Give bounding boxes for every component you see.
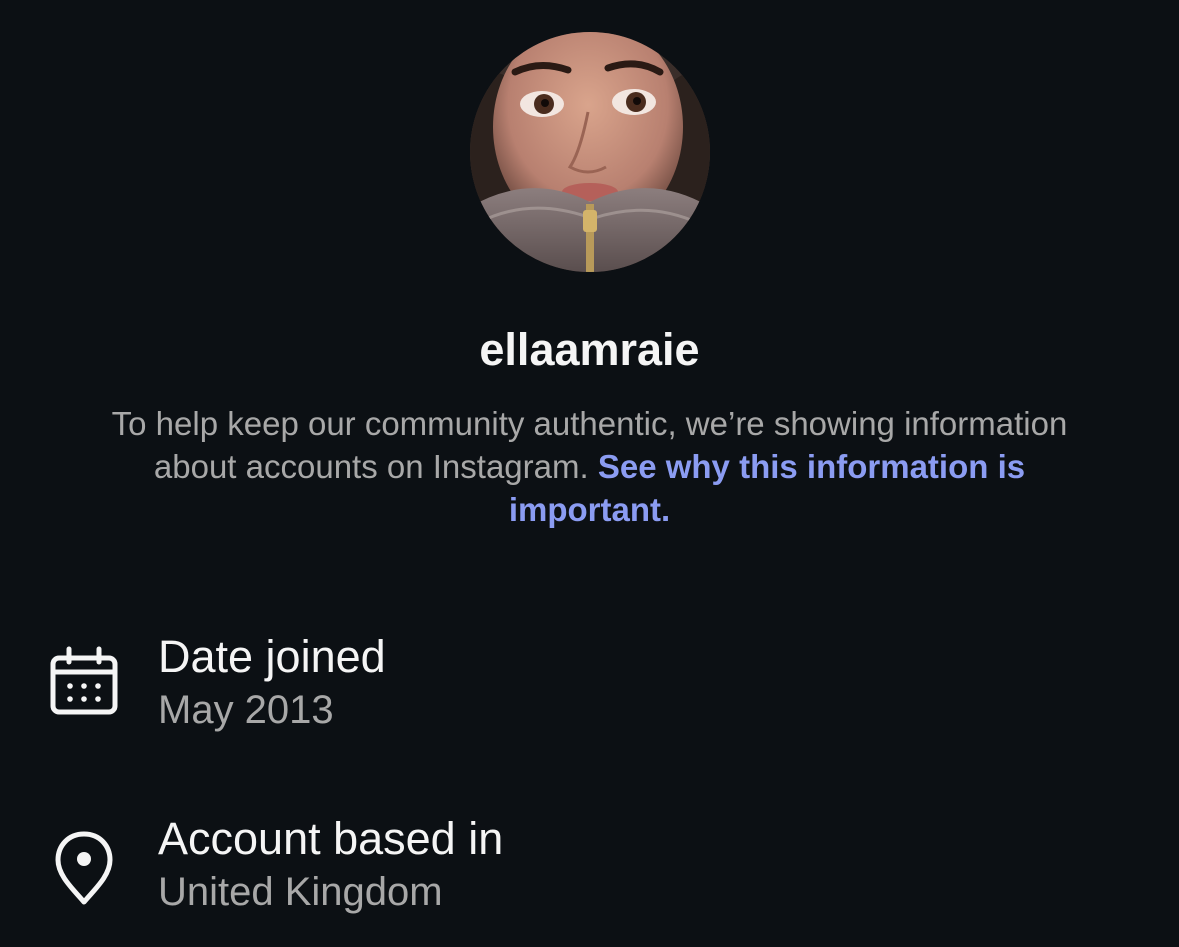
account-info-screen: ellaamraie To help keep our community au…	[0, 0, 1179, 947]
avatar	[470, 32, 710, 272]
account-based-in-label: Account based in	[158, 813, 504, 864]
account-based-in-value: United Kingdom	[158, 870, 443, 914]
info-notice: To help keep our community authentic, we…	[100, 402, 1079, 531]
username: ellaamraie	[479, 324, 700, 375]
date-joined-row: Date joined May 2013	[0, 628, 1179, 748]
date-joined-value: May 2013	[158, 688, 334, 732]
date-joined-label: Date joined	[158, 631, 386, 682]
location-pin-icon	[44, 828, 124, 908]
avatar-image	[470, 32, 710, 272]
account-based-in-row: Account based in United Kingdom	[0, 810, 1179, 930]
calendar-icon	[44, 642, 124, 722]
